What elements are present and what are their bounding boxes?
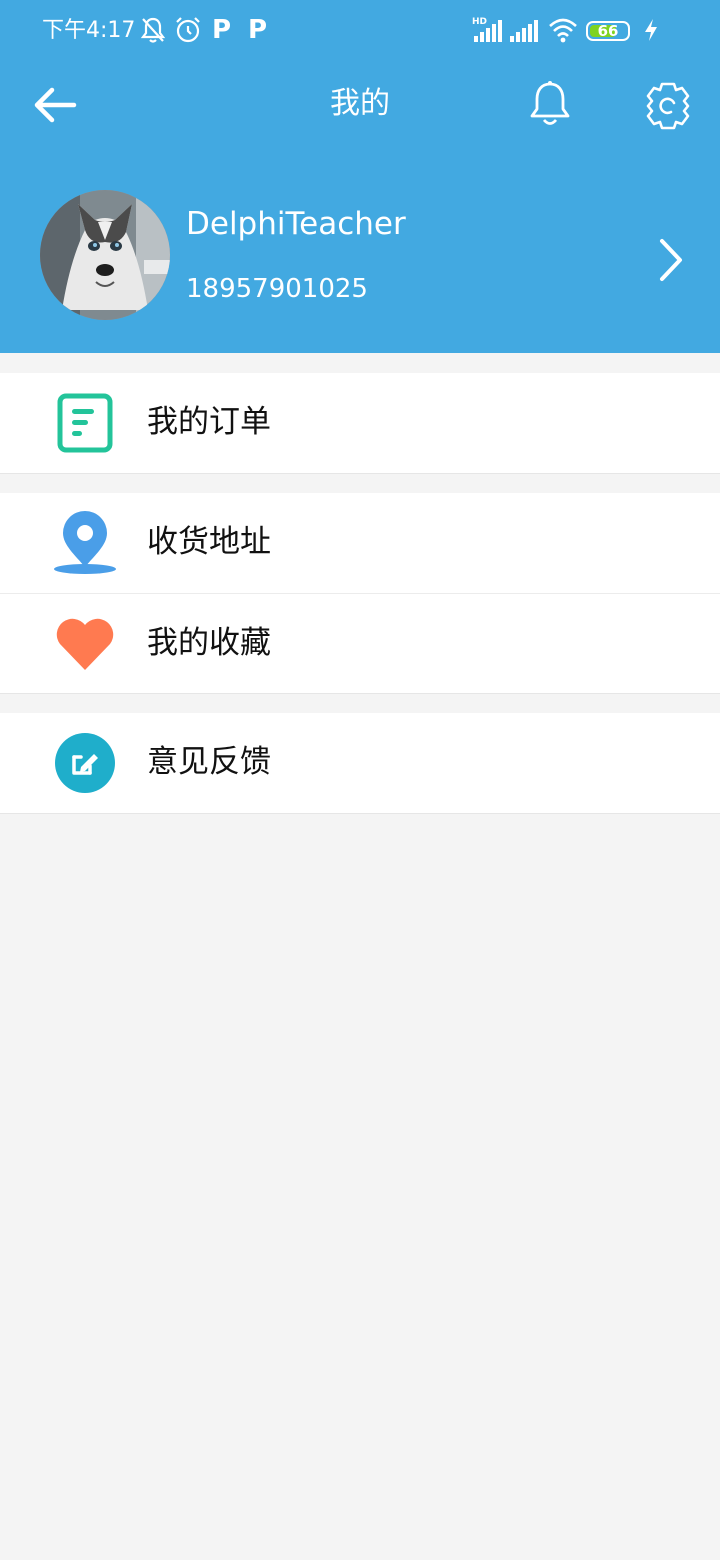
- wifi-icon: [549, 18, 577, 43]
- avatar: [40, 190, 170, 320]
- page-title: 我的: [330, 86, 390, 121]
- arrow-left-icon: [34, 87, 77, 123]
- menu-item-label: 我的收藏: [147, 625, 271, 661]
- chevron-right-icon: [660, 239, 682, 281]
- header: 下午4:17 P P HD 66 我的 DelphiTeacher 189579…: [0, 0, 720, 353]
- profile-card[interactable]: DelphiTeacher 18957901025: [0, 180, 720, 330]
- menu-group-address-favorites: 收货地址 我的收藏: [0, 493, 720, 694]
- heart-icon: [56, 618, 114, 670]
- profile-username: DelphiTeacher: [186, 206, 406, 242]
- feedback-edit-icon: [55, 733, 115, 793]
- menu-group-feedback: 意见反馈: [0, 713, 720, 814]
- status-time: 下午4:17: [42, 18, 136, 43]
- menu-item-my-orders[interactable]: 我的订单: [0, 373, 720, 473]
- notifications-button[interactable]: [520, 78, 580, 134]
- toolbar: 我的: [0, 62, 720, 148]
- battery-icon: 66: [586, 21, 630, 41]
- status-right-icons: HD 66: [472, 16, 692, 46]
- signal-icon: [510, 20, 538, 42]
- location-pin-icon: [54, 511, 116, 574]
- menu-item-label: 意见反馈: [147, 744, 271, 780]
- menu-group-orders: 我的订单: [0, 373, 720, 474]
- menu-item-shipping-address[interactable]: 收货地址: [0, 493, 720, 593]
- signal-hd-icon: HD: [472, 17, 502, 42]
- p-app-icon: P: [248, 15, 268, 45]
- bell-icon: [530, 81, 570, 125]
- menu-item-label: 收货地址: [147, 524, 271, 560]
- menu-item-label: 我的订单: [147, 404, 271, 440]
- profile-phone: 18957901025: [186, 274, 368, 304]
- order-document-icon: [57, 393, 113, 453]
- settings-button[interactable]: [638, 78, 698, 134]
- menu-item-feedback[interactable]: 意见反馈: [0, 713, 720, 813]
- status-bar: 下午4:17 P P HD 66: [0, 0, 720, 62]
- charging-icon: [645, 19, 657, 41]
- husky-dog-avatar: [40, 190, 170, 320]
- p-app-icon: P: [212, 15, 232, 45]
- menu-item-my-favorites[interactable]: 我的收藏: [0, 593, 720, 693]
- bell-muted-icon: [140, 17, 166, 43]
- alarm-clock-icon: [176, 17, 200, 43]
- back-button[interactable]: [24, 80, 84, 130]
- gear-icon: [646, 82, 690, 130]
- svg-text:HD: HD: [472, 17, 487, 27]
